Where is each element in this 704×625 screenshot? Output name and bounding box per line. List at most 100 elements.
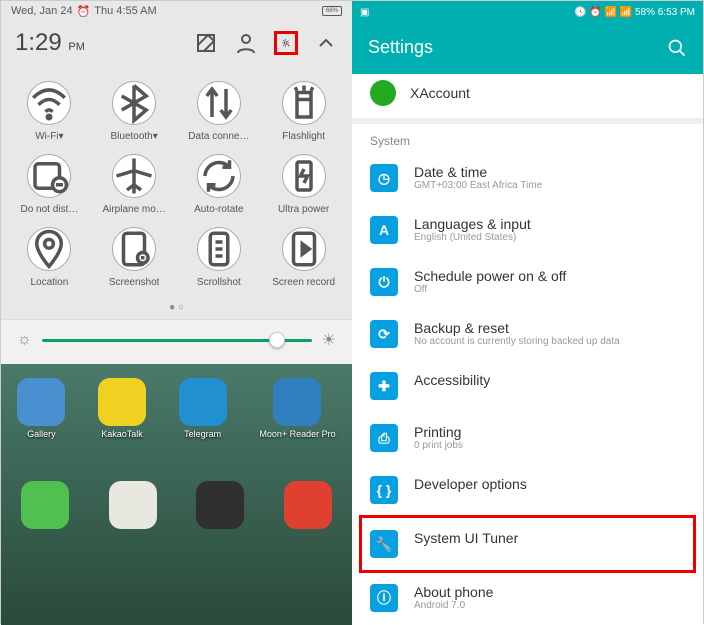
setting-system-ui-tuner[interactable]: 🔧 System UI Tuner — [362, 518, 693, 570]
edit-icon[interactable] — [194, 31, 218, 55]
app-icon-square — [179, 378, 227, 426]
qs-tile-flashlight[interactable]: Flashlight — [261, 81, 346, 142]
app-icon-square — [21, 481, 69, 529]
setting-accessibility[interactable]: ✚ Accessibility — [352, 360, 703, 412]
qs-tile-airplane[interactable]: Airplane mo… — [92, 154, 177, 215]
setting-title: Accessibility — [414, 372, 490, 388]
setting-title: Printing — [414, 424, 463, 440]
brightness-slider[interactable]: ☼ ☀ — [1, 319, 352, 364]
setting-schedule-power-on-off[interactable]: ⏻Schedule power on & offOff — [352, 256, 703, 308]
app-icon-square — [109, 481, 157, 529]
location-icon — [27, 227, 71, 271]
qs-label: Do not dist… — [20, 204, 78, 215]
dnd-icon — [27, 154, 71, 198]
app-label: KakaoTalk — [101, 429, 143, 439]
brightness-low-icon: ☼ — [17, 331, 32, 349]
account-row[interactable]: XAccount — [352, 74, 703, 124]
airplane-icon — [112, 154, 156, 198]
qs-tile-record[interactable]: Screen record — [261, 227, 346, 288]
status-date: Wed, Jan 24 — [11, 5, 73, 17]
qs-tile-ultra[interactable]: Ultra power — [261, 154, 346, 215]
setting-date-time[interactable]: ◷Date & timeGMT+03:00 East Africa Time — [352, 152, 703, 204]
qs-label: Screen record — [272, 277, 335, 288]
setting-languages-input[interactable]: ALanguages & inputEnglish (United States… — [352, 204, 703, 256]
app-dock[interactable] — [109, 481, 157, 529]
settings-gear-icon[interactable] — [274, 31, 298, 55]
wifi-icon — [27, 81, 71, 125]
setting-icon: 🔧 — [370, 530, 398, 558]
qs-label: Airplane mo… — [102, 204, 165, 215]
status-bar-left: Wed, Jan 24 ⏰ Thu 4:55 AM 66% — [1, 1, 352, 21]
setting-icon: A — [370, 216, 398, 244]
status-bar-right: ▣ 🕓 ⏰ 📶 📶 58% 6:53 PM — [352, 1, 703, 23]
account-avatar-icon — [370, 80, 396, 106]
app-icon-square — [273, 378, 321, 426]
alarm-icon: ⏰ — [77, 5, 91, 18]
settings-list: ◷Date & timeGMT+03:00 East Africa TimeAL… — [352, 152, 703, 624]
setting-about-phone[interactable]: ⓘAbout phoneAndroid 7.0 — [352, 572, 703, 624]
setting-title: Backup & reset — [414, 320, 620, 336]
home-screen: Gallery KakaoTalk Telegram Moon+ Reader Pro — [1, 364, 352, 625]
qs-tile-scrollshot[interactable]: Scrollshot — [177, 227, 262, 288]
collapse-icon[interactable] — [314, 31, 338, 55]
app-label: Telegram — [184, 429, 221, 439]
app-label: Moon+ Reader Pro — [259, 429, 335, 439]
data-icon — [197, 81, 241, 125]
app-Telegram[interactable]: Telegram — [179, 378, 227, 439]
app-Moon+ Reader Pro[interactable]: Moon+ Reader Pro — [259, 378, 335, 439]
bluetooth-icon — [112, 81, 156, 125]
qs-tile-dnd[interactable]: Do not dist… — [7, 154, 92, 215]
app-dock[interactable] — [21, 481, 69, 529]
qs-tile-screenshot[interactable]: Screenshot — [92, 227, 177, 288]
setting-title: Date & time — [414, 164, 542, 180]
search-icon[interactable] — [667, 38, 687, 58]
user-icon[interactable] — [234, 31, 258, 55]
setting-icon: ⟳ — [370, 320, 398, 348]
qs-tile-wifi[interactable]: Wi-Fi▾ — [7, 81, 92, 142]
record-icon — [282, 227, 326, 271]
scrollshot-icon — [197, 227, 241, 271]
setting-backup-reset[interactable]: ⟳ Backup & resetNo account is currently s… — [352, 308, 703, 360]
qs-tile-bluetooth[interactable]: Bluetooth▾ — [92, 81, 177, 142]
setting-printing[interactable]: ⎙Printing0 print jobs — [352, 412, 703, 464]
qs-label: Ultra power — [278, 204, 329, 215]
app-icon-square — [196, 481, 244, 529]
qs-label: Location — [30, 277, 68, 288]
quick-settings-panel: Wed, Jan 24 ⏰ Thu 4:55 AM 66% 1:29 PM Wi… — [1, 1, 352, 625]
qs-tile-location[interactable]: Location — [7, 227, 92, 288]
settings-header: Settings — [352, 23, 703, 74]
app-dock[interactable] — [284, 481, 332, 529]
qs-label: Auto-rotate — [194, 204, 243, 215]
qs-label: Flashlight — [282, 131, 325, 142]
app-icon-square — [17, 378, 65, 426]
settings-title: Settings — [368, 37, 433, 58]
setting-title: Developer options — [414, 476, 527, 492]
section-system: System — [352, 124, 703, 152]
app-icon-square — [98, 378, 146, 426]
battery-text: 58% — [635, 7, 655, 18]
setting-subtitle: English (United States) — [414, 232, 531, 243]
app-dock[interactable] — [196, 481, 244, 529]
setting-title: System UI Tuner — [414, 530, 518, 546]
app-KakaoTalk[interactable]: KakaoTalk — [98, 378, 146, 439]
app-icon-square — [284, 481, 332, 529]
setting-icon: ✚ — [370, 372, 398, 400]
screenshot-indicator-icon: ▣ — [360, 7, 369, 18]
setting-icon: { } — [370, 476, 398, 504]
screenshot-icon — [112, 227, 156, 271]
status-alarm: Thu 4:55 AM — [94, 5, 156, 17]
qs-tile-data[interactable]: Data conne… — [177, 81, 262, 142]
page-dots: ● ○ — [1, 296, 352, 319]
setting-subtitle: No account is currently storing backed u… — [414, 336, 620, 347]
qs-label: Screenshot — [109, 277, 160, 288]
setting-subtitle: Off — [414, 284, 566, 295]
brightness-high-icon: ☀ — [322, 330, 336, 350]
setting-developer-options[interactable]: { } Developer options — [352, 464, 703, 516]
setting-icon: ⎙ — [370, 424, 398, 452]
qs-tile-rotate[interactable]: Auto-rotate — [177, 154, 262, 215]
qs-label: Bluetooth▾ — [110, 131, 157, 142]
setting-icon: ⏻ — [370, 268, 398, 296]
app-Gallery[interactable]: Gallery — [17, 378, 65, 439]
qs-time: 1:29 PM — [15, 29, 85, 57]
qs-label: Scrollshot — [197, 277, 241, 288]
